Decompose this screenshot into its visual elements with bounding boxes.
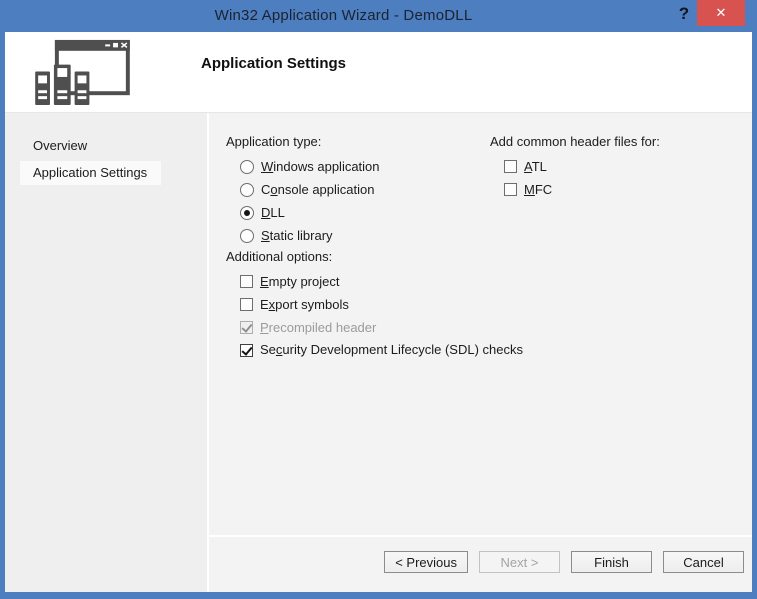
checkbox-label: Precompiled header xyxy=(260,319,377,335)
checkbox-label: ATL xyxy=(524,158,547,174)
page-title: Application Settings xyxy=(201,55,347,72)
radio-static-library[interactable]: Static library xyxy=(240,224,532,247)
title-bar: Win32 Application Wizard - DemoDLL ? ✕ xyxy=(0,0,757,32)
checkbox-icon xyxy=(240,344,253,357)
button-bar: < Previous Next > Finish Cancel xyxy=(209,535,752,592)
close-button[interactable]: ✕ xyxy=(697,0,745,26)
wizard-dialog: Win32 Application Wizard - DemoDLL ? ✕ A… xyxy=(0,0,757,599)
checkbox-icon xyxy=(240,298,253,311)
checkbox-label: MFC xyxy=(524,181,553,197)
checkbox-atl[interactable]: ATL xyxy=(504,155,660,178)
cancel-button[interactable]: Cancel xyxy=(663,551,744,573)
radio-label: Console application xyxy=(261,181,375,197)
application-type-label: Application type: xyxy=(226,134,322,149)
radio-console-application[interactable]: Console application xyxy=(240,178,532,201)
checkbox-sdl-checks[interactable]: Security Development Lifecycle (SDL) che… xyxy=(240,339,532,357)
previous-button[interactable]: < Previous xyxy=(384,551,468,573)
checkbox-icon xyxy=(504,183,517,196)
radio-icon xyxy=(240,159,254,174)
checkbox-export-symbols[interactable]: Export symbols xyxy=(240,293,532,316)
checkbox-label: Empty project xyxy=(260,273,340,289)
checkbox-empty-project[interactable]: Empty project xyxy=(240,270,532,293)
close-icon: ✕ xyxy=(715,5,727,20)
wizard-header: Application Settings xyxy=(5,32,752,113)
radio-icon xyxy=(240,228,254,243)
radio-icon xyxy=(240,205,254,220)
radio-label: DLL xyxy=(261,204,285,220)
radio-label: Windows application xyxy=(261,158,380,174)
right-column: Add common header files for: ATL MFC xyxy=(490,134,660,201)
checkbox-icon xyxy=(240,275,253,288)
checkbox-mfc[interactable]: MFC xyxy=(504,178,660,201)
wizard-window-icon xyxy=(35,39,130,106)
sidebar-item-application-settings[interactable]: Application Settings xyxy=(20,161,162,185)
wizard-step-sidebar: Overview Application Settings xyxy=(5,113,209,592)
additional-options-label: Additional options: xyxy=(226,249,333,264)
next-button[interactable]: Next > xyxy=(479,551,560,573)
radio-icon xyxy=(240,182,254,197)
checkbox-icon xyxy=(240,321,253,334)
radio-label: Static library xyxy=(261,227,333,243)
sidebar-item-overview[interactable]: Overview xyxy=(20,134,101,158)
checkbox-label: Export symbols xyxy=(260,296,349,312)
window-title: Win32 Application Wizard - DemoDLL xyxy=(214,7,473,24)
radio-dll[interactable]: DLL xyxy=(240,201,532,224)
radio-windows-application[interactable]: Windows application xyxy=(240,155,532,178)
common-headers-label: Add common header files for: xyxy=(490,134,660,149)
finish-button[interactable]: Finish xyxy=(571,551,652,573)
left-column: Application type: Windows application Co… xyxy=(226,134,532,357)
checkbox-precompiled-header[interactable]: Precompiled header xyxy=(240,316,532,339)
settings-panel: Application type: Windows application Co… xyxy=(209,113,752,592)
checkbox-label: Security Development Lifecycle (SDL) che… xyxy=(260,342,523,357)
dialog-content: Application Settings Overview Applicatio… xyxy=(5,32,752,592)
dialog-body: Overview Application Settings Applicatio… xyxy=(5,113,752,592)
checkbox-icon xyxy=(504,160,517,173)
help-button[interactable]: ? xyxy=(673,4,695,28)
